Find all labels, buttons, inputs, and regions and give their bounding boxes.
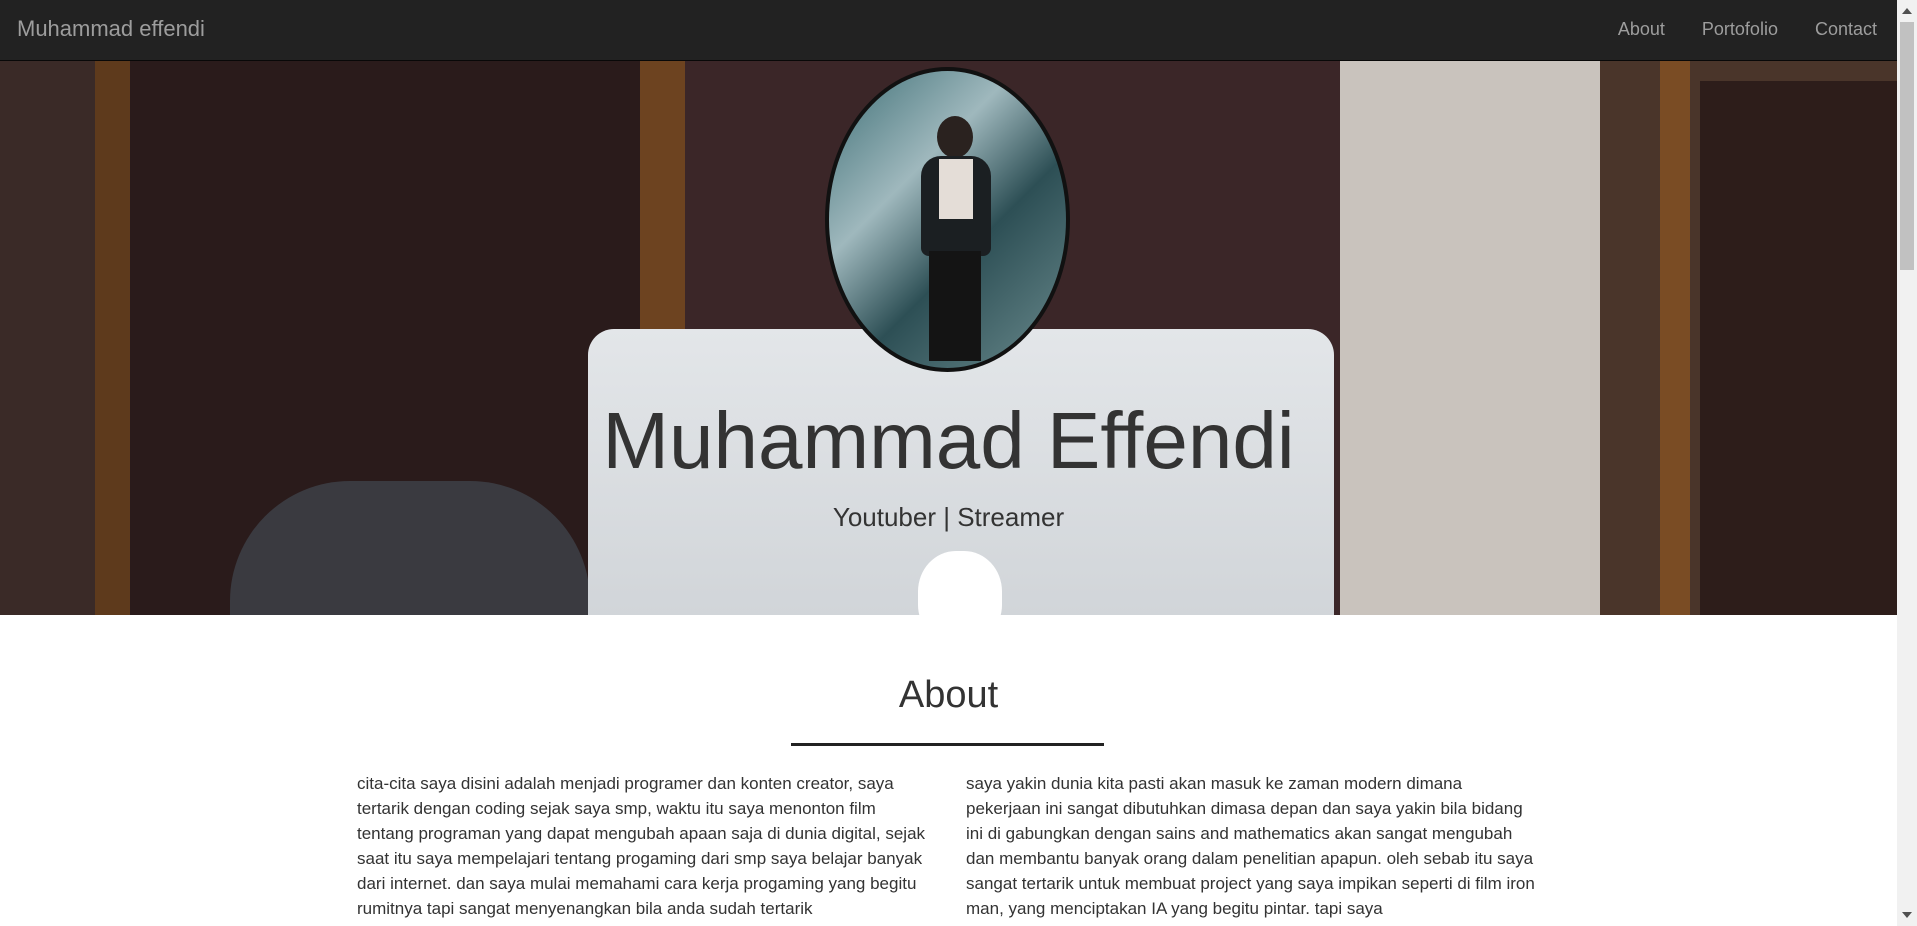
about-text-left: cita-cita saya disini adalah menjadi pro…	[357, 774, 926, 918]
scroll-down-arrow-icon[interactable]	[1902, 912, 1912, 918]
nav-link-about[interactable]: About	[1618, 19, 1665, 40]
apple-logo-icon	[918, 551, 1002, 615]
scroll-up-arrow-icon[interactable]	[1902, 8, 1912, 14]
navbar-brand[interactable]: Muhammad effendi	[17, 16, 205, 42]
nav-link-portofolio[interactable]: Portofolio	[1702, 19, 1778, 40]
about-divider	[791, 743, 1104, 746]
nav-link-contact[interactable]: Contact	[1815, 19, 1877, 40]
avatar-person-shirt	[939, 159, 973, 219]
about-heading: About	[898, 674, 999, 716]
about-text-right: saya yakin dunia kita pasti akan masuk k…	[966, 774, 1535, 918]
avatar-person-legs	[929, 251, 981, 361]
hero-subtitle: Youtuber | Streamer	[832, 502, 1065, 532]
nav-links: About Portofolio Contact	[1618, 19, 1877, 40]
avatar-person-head	[937, 116, 973, 158]
hero-title: Muhammad Effendi	[602, 396, 1295, 485]
scrollbar-thumb[interactable]	[1900, 22, 1914, 270]
profile-avatar	[825, 67, 1070, 372]
hero-bg-right-inner	[1700, 81, 1897, 615]
navbar: Muhammad effendi About Portofolio Contac…	[0, 0, 1897, 61]
